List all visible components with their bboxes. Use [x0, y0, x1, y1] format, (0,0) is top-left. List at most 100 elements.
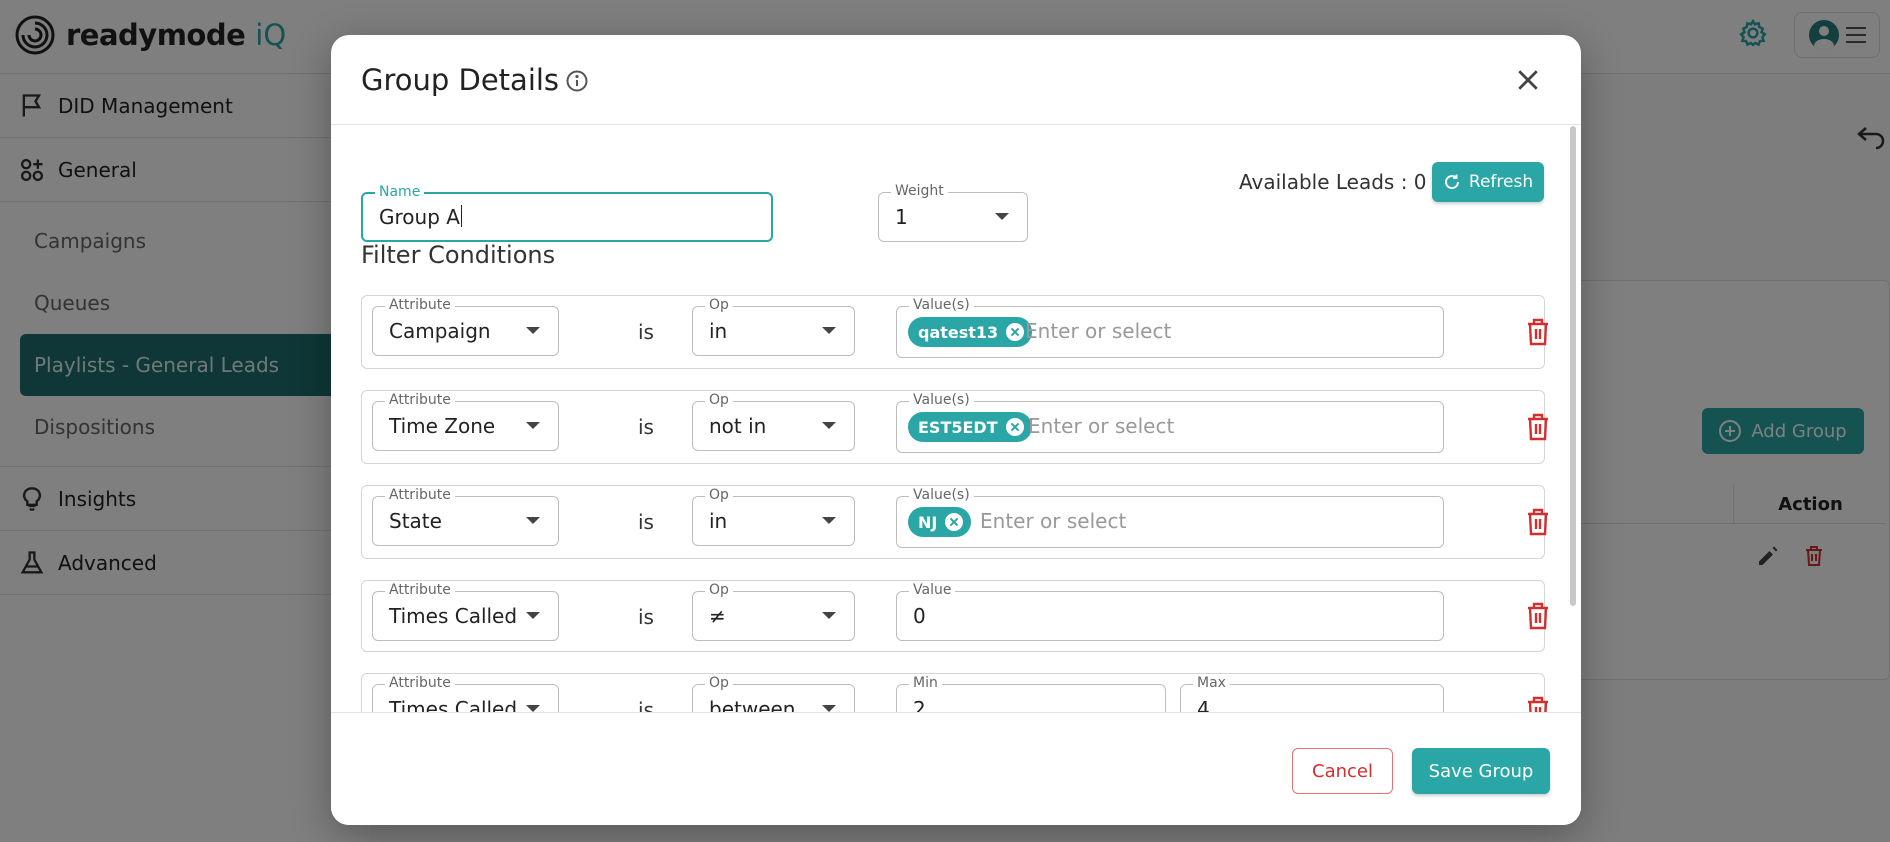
- available-leads: Available Leads : 0: [1239, 170, 1427, 194]
- weight-value: 1: [895, 205, 908, 229]
- values-placeholder: Enter or select: [1025, 319, 1172, 343]
- is-label: is: [638, 510, 654, 534]
- delete-condition-icon[interactable]: [1526, 696, 1550, 712]
- condition-row: Attribute Times Called is Op ≠ Value 0: [361, 580, 1548, 652]
- value-chip: NJ: [908, 507, 972, 537]
- chevron-down-icon: [526, 327, 540, 334]
- modal-header: Group Details: [331, 35, 1581, 125]
- value-input[interactable]: Value 0: [896, 581, 1444, 641]
- chevron-down-icon: [526, 422, 540, 429]
- delete-condition-icon[interactable]: [1526, 508, 1550, 536]
- delete-condition-icon[interactable]: [1526, 318, 1550, 346]
- attribute-value: Times Called: [389, 604, 518, 628]
- delete-condition-icon[interactable]: [1526, 602, 1550, 630]
- attribute-value: Campaign: [389, 319, 491, 343]
- values-placeholder: Enter or select: [1028, 414, 1175, 438]
- condition-row: Attribute State is Op in Value(s) NJ Ent…: [361, 485, 1548, 559]
- min-input[interactable]: Min 2: [896, 674, 1166, 712]
- delete-condition-icon[interactable]: [1526, 413, 1550, 441]
- chevron-down-icon: [822, 517, 836, 524]
- values-label: Value(s): [909, 296, 974, 314]
- op-value: between: [709, 697, 796, 712]
- modal-scrollbar[interactable]: [1570, 126, 1576, 606]
- attribute-select[interactable]: Attribute Times Called: [372, 674, 559, 712]
- weight-select[interactable]: Weight 1: [878, 182, 1028, 242]
- modal-footer: Cancel Save Group: [331, 712, 1581, 825]
- name-field-label: Name: [375, 183, 425, 201]
- condition-row: Attribute Campaign is Op in Value(s) qat…: [361, 295, 1548, 369]
- close-icon[interactable]: [1513, 65, 1543, 95]
- op-select[interactable]: Op between: [692, 674, 855, 712]
- attribute-label: Attribute: [385, 391, 455, 409]
- attribute-label: Attribute: [385, 674, 455, 692]
- refresh-label: Refresh: [1468, 172, 1534, 192]
- save-group-button[interactable]: Save Group: [1412, 748, 1550, 794]
- min-value: 2: [913, 697, 926, 712]
- op-select[interactable]: Op in: [692, 296, 855, 356]
- cancel-button[interactable]: Cancel: [1292, 748, 1393, 794]
- op-value: not in: [709, 414, 767, 438]
- chevron-down-icon: [526, 705, 540, 712]
- op-label: Op: [705, 296, 733, 314]
- attribute-label: Attribute: [385, 486, 455, 504]
- chevron-down-icon: [822, 327, 836, 334]
- chip-remove-icon[interactable]: [945, 513, 964, 531]
- chevron-down-icon: [822, 705, 836, 712]
- attribute-value: State: [389, 509, 442, 533]
- condition-row: Attribute Time Zone is Op not in Value(s…: [361, 390, 1548, 464]
- filter-conditions-title: Filter Conditions: [361, 241, 556, 269]
- min-label: Min: [909, 674, 942, 692]
- values-label: Value(s): [909, 391, 974, 409]
- op-value: in: [709, 319, 728, 343]
- conditions-list: Attribute Campaign is Op in Value(s) qat…: [331, 295, 1581, 712]
- is-label: is: [638, 605, 654, 629]
- name-field-value: Group A: [379, 205, 462, 229]
- op-select[interactable]: Op ≠: [692, 581, 855, 641]
- op-select[interactable]: Op not in: [692, 391, 855, 451]
- op-label: Op: [705, 674, 733, 692]
- attribute-select[interactable]: Attribute State: [372, 486, 559, 546]
- chevron-down-icon: [822, 422, 836, 429]
- modal-title: Group Details: [361, 63, 560, 97]
- refresh-button[interactable]: Refresh: [1432, 162, 1544, 202]
- is-label: is: [638, 415, 654, 439]
- is-label: is: [638, 698, 654, 712]
- chevron-down-icon: [526, 612, 540, 619]
- info-icon[interactable]: [565, 69, 589, 93]
- values-input[interactable]: Value(s) qatest13 Enter or select: [896, 296, 1444, 358]
- name-field[interactable]: Name Group A: [361, 183, 773, 242]
- condition-row: Attribute Times Called is Op between Min…: [361, 673, 1548, 712]
- attribute-label: Attribute: [385, 581, 455, 599]
- value-chip: qatest13: [908, 317, 1033, 347]
- value-label: Value: [909, 581, 956, 599]
- values-placeholder: Enter or select: [980, 509, 1127, 533]
- max-value: 4: [1197, 697, 1210, 712]
- chip-remove-icon[interactable]: [1006, 323, 1025, 341]
- values-label: Value(s): [909, 486, 974, 504]
- attribute-label: Attribute: [385, 296, 455, 314]
- op-select[interactable]: Op in: [692, 486, 855, 546]
- group-details-modal: Group Details Name Group A Weight 1 Avai…: [331, 35, 1581, 825]
- refresh-icon: [1444, 174, 1459, 189]
- attribute-select[interactable]: Attribute Campaign: [372, 296, 559, 356]
- op-value: ≠: [709, 604, 726, 628]
- max-input[interactable]: Max 4: [1180, 674, 1444, 712]
- values-input[interactable]: Value(s) NJ Enter or select: [896, 486, 1444, 548]
- value-chip: EST5EDT: [908, 412, 1032, 442]
- weight-label: Weight: [891, 182, 948, 200]
- attribute-value: Times Called: [389, 697, 518, 712]
- op-label: Op: [705, 486, 733, 504]
- values-input[interactable]: Value(s) EST5EDT Enter or select: [896, 391, 1444, 453]
- attribute-select[interactable]: Attribute Times Called: [372, 581, 559, 641]
- chevron-down-icon: [822, 612, 836, 619]
- attribute-value: Time Zone: [389, 414, 496, 438]
- value-text: 0: [913, 604, 926, 628]
- chevron-down-icon: [526, 517, 540, 524]
- op-label: Op: [705, 391, 733, 409]
- max-label: Max: [1193, 674, 1230, 692]
- op-value: in: [709, 509, 728, 533]
- attribute-select[interactable]: Attribute Time Zone: [372, 391, 559, 451]
- op-label: Op: [705, 581, 733, 599]
- chevron-down-icon: [995, 213, 1009, 220]
- chip-remove-icon[interactable]: [1005, 418, 1024, 436]
